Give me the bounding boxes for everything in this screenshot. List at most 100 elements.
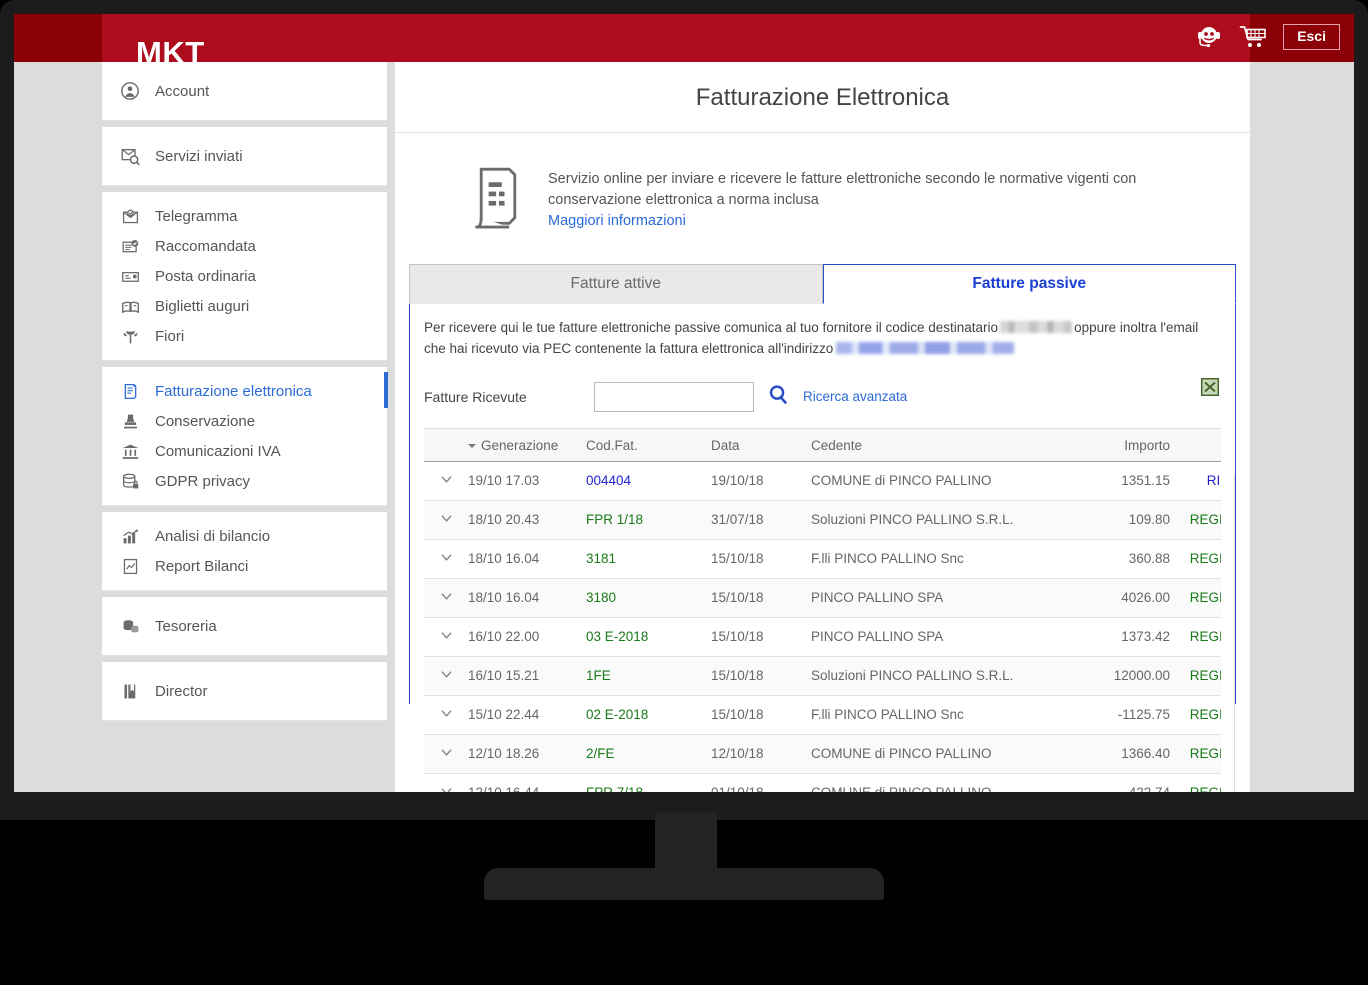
advanced-search-link[interactable]: Ricerca avanzata <box>803 389 907 404</box>
cell-stato: REGISTRATA <box>1176 773 1221 792</box>
cell-cod-fat[interactable]: 004404 <box>586 461 711 500</box>
invoice-code-link[interactable]: FPR 1/18 <box>586 512 643 527</box>
sidebar-item-biglietti-auguri[interactable]: Biglietti auguri <box>102 291 387 321</box>
invoice-code-link[interactable]: 03 E-2018 <box>586 629 648 644</box>
invoice-code-link[interactable]: 004404 <box>586 473 631 488</box>
col-stato[interactable]: Stato <box>1176 428 1221 461</box>
invoice-code-link[interactable]: 1FE <box>586 668 611 683</box>
sidebar-item-fatturazione-elettronica[interactable]: Fatturazione elettronica <box>102 376 387 406</box>
row-expand-cell[interactable] <box>424 734 468 773</box>
invoice-code-link[interactable]: 3181 <box>586 551 616 566</box>
chevron-down-icon[interactable] <box>440 746 453 759</box>
cell-generazione: 12/10 18.26 <box>468 734 586 773</box>
table-row[interactable]: 18/10 16.04318115/10/18F.lli PINCO PALLI… <box>424 539 1221 578</box>
cell-data: 01/10/18 <box>711 773 811 792</box>
row-expand-cell[interactable] <box>424 500 468 539</box>
invoices-table-wrapper[interactable]: Generazione Cod.Fat. Data Cedente Import… <box>424 428 1221 792</box>
table-row[interactable]: 12/10 16.44FPR 7/1801/10/18COMUNE di PIN… <box>424 773 1221 792</box>
cell-cod-fat[interactable]: 03 E-2018 <box>586 617 711 656</box>
col-importo[interactable]: Importo <box>1066 428 1176 461</box>
sidebar-item-servizi-inviati[interactable]: Servizi inviati <box>102 141 387 171</box>
row-expand-cell[interactable] <box>424 578 468 617</box>
sidebar-item-account[interactable]: Account <box>102 76 387 106</box>
chevron-down-icon[interactable] <box>440 473 453 486</box>
row-expand-cell[interactable] <box>424 773 468 792</box>
cell-generazione: 15/10 22.44 <box>468 695 586 734</box>
cell-data: 15/10/18 <box>711 617 811 656</box>
database-lock-icon <box>119 470 141 492</box>
sidebar-item-posta-ordinaria[interactable]: Posta ordinaria <box>102 261 387 291</box>
cell-importo: 1366.40 <box>1066 734 1176 773</box>
col-expand <box>424 428 468 461</box>
chevron-down-icon[interactable] <box>440 512 453 525</box>
row-expand-cell[interactable] <box>424 461 468 500</box>
table-row[interactable]: 15/10 22.4402 E-201815/10/18F.lli PINCO … <box>424 695 1221 734</box>
search-input[interactable] <box>594 382 754 412</box>
sidebar-item-telegramma[interactable]: Telegramma <box>102 201 387 231</box>
chevron-down-icon[interactable] <box>440 590 453 603</box>
service-description: Servizio online per inviare e ricevere l… <box>548 171 1136 208</box>
col-cedente[interactable]: Cedente <box>811 428 1066 461</box>
sidebar-item-raccomandata[interactable]: Raccomandata <box>102 231 387 261</box>
sidebar-item-conservazione[interactable]: Conservazione <box>102 406 387 436</box>
chevron-down-icon[interactable] <box>440 668 453 681</box>
table-row[interactable]: 18/10 20.43FPR 1/1831/07/18Soluzioni PIN… <box>424 500 1221 539</box>
top-bar <box>102 14 1250 62</box>
chevron-down-icon[interactable] <box>440 707 453 720</box>
sidebar-item-comunicazioni-iva[interactable]: Comunicazioni IVA <box>102 436 387 466</box>
invoice-code-link[interactable]: FPR 7/18 <box>586 785 643 792</box>
headset-icon[interactable] <box>1195 24 1223 50</box>
logout-button[interactable]: Esci <box>1283 24 1340 50</box>
col-data[interactable]: Data <box>711 428 811 461</box>
sidebar-item-label: Analisi di bilancio <box>155 529 270 544</box>
cell-cod-fat[interactable]: 1FE <box>586 656 711 695</box>
row-expand-cell[interactable] <box>424 695 468 734</box>
cell-cod-fat[interactable]: FPR 1/18 <box>586 500 711 539</box>
tab-fatture-attive[interactable]: Fatture attive <box>409 264 823 304</box>
table-row[interactable]: 19/10 17.03004404 19/10/18COMUNE di PINCO… <box>424 461 1221 500</box>
cell-cedente: COMUNE di PINCO PALLINO <box>811 461 1066 500</box>
cart-icon[interactable] <box>1239 24 1267 50</box>
sidebar-item-director[interactable]: Director <box>102 676 387 706</box>
cell-data: 15/10/18 <box>711 539 811 578</box>
cell-data: 19/10/18 <box>711 461 811 500</box>
more-info-link[interactable]: Maggiori informazioni <box>548 213 686 229</box>
cell-cod-fat[interactable]: 3180 <box>586 578 711 617</box>
table-row[interactable]: 16/10 22.0003 E-201815/10/18PINCO PALLIN… <box>424 617 1221 656</box>
invoice-code-link[interactable]: 2/FE <box>586 746 615 761</box>
cell-data: 31/07/18 <box>711 500 811 539</box>
row-expand-cell[interactable] <box>424 617 468 656</box>
sidebar-item-report-bilanci[interactable]: Report Bilanci <box>102 551 387 581</box>
table-scrollbar[interactable] <box>1234 474 1235 792</box>
col-generazione[interactable]: Generazione <box>468 428 586 461</box>
tab-fatture-passive[interactable]: Fatture passive <box>823 264 1237 304</box>
cell-cod-fat[interactable]: FPR 7/18 <box>586 773 711 792</box>
col-cod-fat[interactable]: Cod.Fat. <box>586 428 711 461</box>
status-badge: REGISTRATA <box>1190 785 1221 792</box>
invoice-document-icon <box>470 165 526 240</box>
sidebar-item-tesoreria[interactable]: Tesoreria <box>102 611 387 641</box>
invoice-code-link[interactable]: 3180 <box>586 590 616 605</box>
cell-generazione: 12/10 16.44 <box>468 773 586 792</box>
cell-importo: -422.74 <box>1066 773 1176 792</box>
cell-generazione: 19/10 17.03 <box>468 461 586 500</box>
cell-cod-fat[interactable]: 2/FE <box>586 734 711 773</box>
excel-export-icon[interactable] <box>1201 378 1219 396</box>
table-row[interactable]: 16/10 15.211FE15/10/18Soluzioni PINCO PA… <box>424 656 1221 695</box>
table-row[interactable]: 12/10 18.262/FE12/10/18COMUNE di PINCO P… <box>424 734 1221 773</box>
cell-cod-fat[interactable]: 02 E-2018 <box>586 695 711 734</box>
search-icon[interactable] <box>768 384 789 410</box>
chevron-down-icon[interactable] <box>440 551 453 564</box>
row-expand-cell[interactable] <box>424 539 468 578</box>
chevron-down-icon[interactable] <box>440 629 453 642</box>
sidebar-item-fiori[interactable]: Fiori <box>102 321 387 351</box>
table-row[interactable]: 18/10 16.04318015/10/18PINCO PALLINO SPA… <box>424 578 1221 617</box>
row-expand-cell[interactable] <box>424 656 468 695</box>
sidebar-item-gdpr-privacy[interactable]: GDPR privacy <box>102 466 387 496</box>
sidebar-item-analisi-di-bilancio[interactable]: Analisi di bilancio <box>102 521 387 551</box>
status-badge: REGISTRATA <box>1190 512 1221 527</box>
invoice-code-link[interactable]: 02 E-2018 <box>586 707 648 722</box>
cell-cod-fat[interactable]: 3181 <box>586 539 711 578</box>
table-head: Generazione Cod.Fat. Data Cedente Import… <box>424 428 1221 461</box>
chevron-down-icon[interactable] <box>440 785 453 792</box>
